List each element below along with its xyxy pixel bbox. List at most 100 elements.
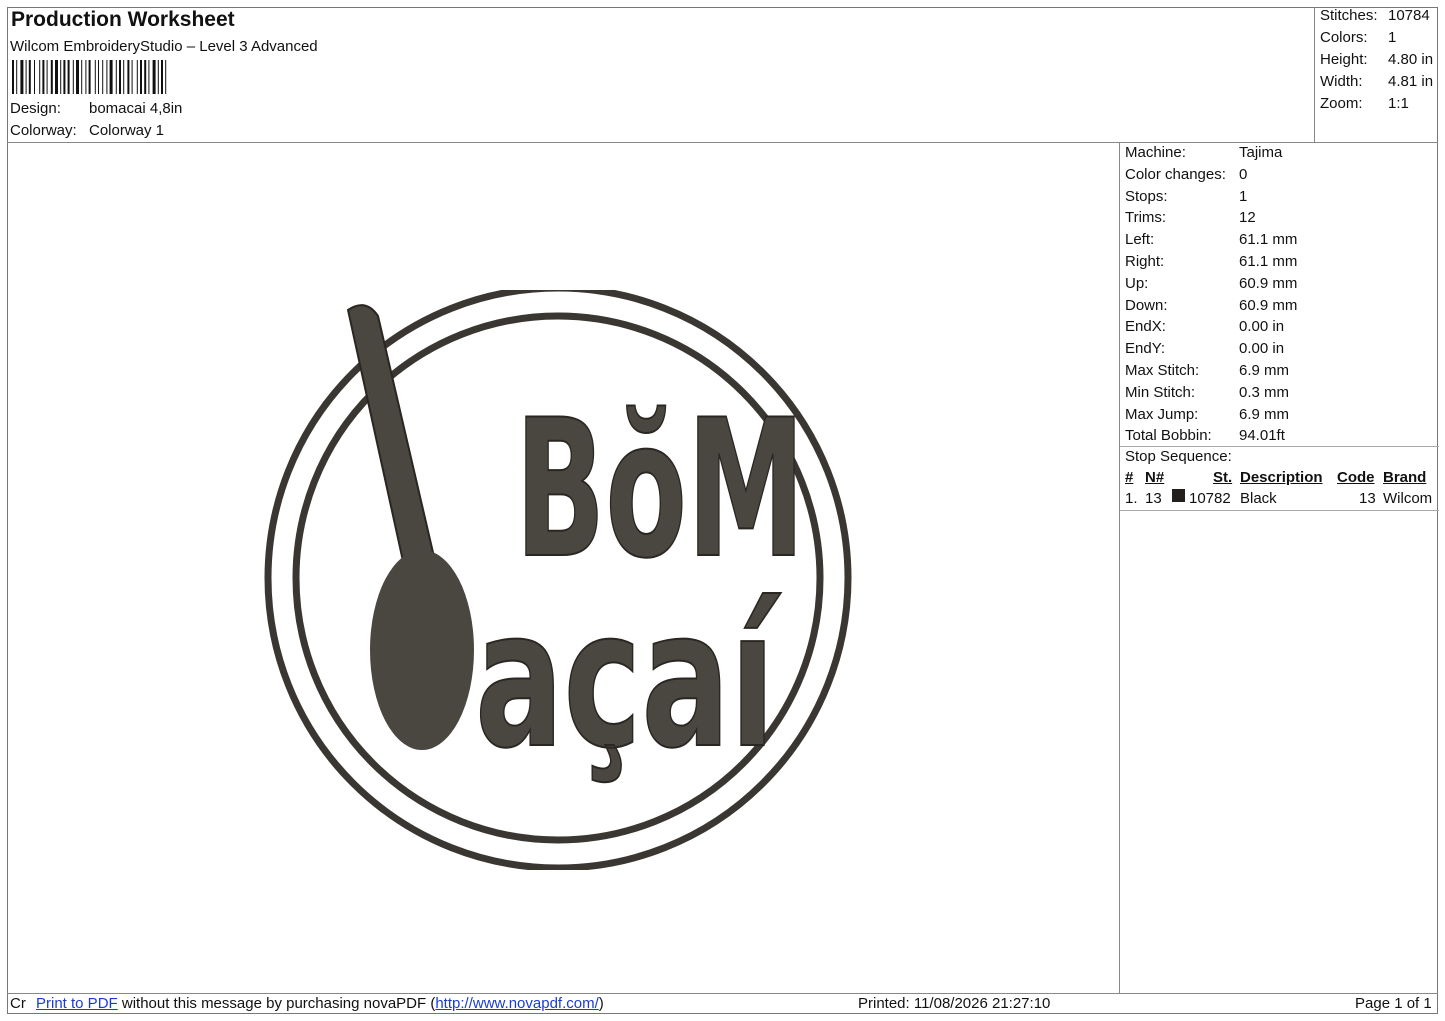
barcode-bar <box>67 60 70 94</box>
design-text-acai: açaí <box>475 569 781 790</box>
barcode-bar <box>28 60 31 94</box>
info-label: Left: <box>1125 231 1155 249</box>
barcode-bar <box>76 60 79 94</box>
stitches-label: Stitches: <box>1320 7 1378 24</box>
zoom-row: Zoom: 1:1 <box>1320 95 1409 112</box>
barcode-bar <box>94 60 96 94</box>
barcode-bar <box>50 60 53 94</box>
machine-info-row: Left: 61.1 mm <box>1125 231 1297 249</box>
design-value: bomacai 4,8in <box>89 100 183 117</box>
info-value: 12 <box>1239 209 1256 227</box>
info-label: Machine: <box>1125 144 1186 161</box>
barcode-bar <box>140 60 142 94</box>
info-value: 6.9 mm <box>1239 405 1290 423</box>
barcode-bar <box>157 60 159 94</box>
info-label: Max Stitch: <box>1125 362 1200 379</box>
info-value: 61.1 mm <box>1239 253 1298 270</box>
colorway-row: Colorway: Colorway 1 <box>10 122 164 139</box>
barcode-bar <box>55 60 58 94</box>
machine-info-row: Machine: Tajima <box>1125 144 1282 161</box>
colorway-label: Colorway: <box>10 122 77 139</box>
colors-value: 1 <box>1388 29 1397 46</box>
footer-middle-text: without this message by purchasing novaP… <box>121 995 436 1012</box>
info-value: 60.9 mm <box>1239 296 1298 314</box>
summary-stats: Stitches: 10784 Colors: 1 Height: 4.80 in W… <box>1314 7 1439 142</box>
barcode-bar <box>46 60 48 94</box>
machine-info-row: Min Stitch: 0.3 mm <box>1125 384 1289 401</box>
barcode-bar <box>131 60 133 94</box>
row-brand: Wilcom <box>1383 490 1433 507</box>
machine-info-row: Trims: 12 <box>1125 209 1256 227</box>
machine-info-row: Right: 61.1 mm <box>1125 253 1297 270</box>
machine-info-row: EndY: 0.00 in <box>1125 340 1284 358</box>
footer-notice: Cr Print to PDF without this message by … <box>10 995 604 1012</box>
info-value: 0.00 in <box>1239 318 1285 336</box>
info-value: 60.9 mm <box>1239 274 1298 292</box>
barcode-bar <box>127 60 130 94</box>
barcode-bar <box>88 60 91 94</box>
barcode-bar <box>39 60 41 94</box>
row-stitches: 10782 <box>1189 490 1231 507</box>
width-value: 4.81 in <box>1388 73 1434 90</box>
barcode-bar <box>165 60 167 94</box>
info-value: 0 <box>1239 165 1248 183</box>
info-value: 6.9 mm <box>1239 362 1290 379</box>
stitches-row: Stitches: 10784 <box>1320 7 1430 24</box>
barcode-bar <box>85 60 87 94</box>
colors-label: Colors: <box>1320 29 1368 46</box>
col-header-num: # <box>1125 469 1134 486</box>
machine-info-panel: Machine: Tajima Color changes: 0 Stops: 1 Trim… <box>1119 142 1439 994</box>
row-needle: 13 <box>1145 490 1162 507</box>
info-label: EndY: <box>1125 340 1166 358</box>
panel-divider <box>1120 446 1439 447</box>
row-num: 1. <box>1125 490 1138 507</box>
info-label: Up: <box>1125 274 1149 292</box>
barcode-bar <box>12 60 14 94</box>
barcode-bar <box>34 60 35 94</box>
design-text-bom: BŏM <box>515 379 805 600</box>
machine-info-row: Color changes: 0 <box>1125 165 1247 183</box>
print-to-pdf-link[interactable]: Print to PDF <box>36 995 118 1012</box>
stitches-value: 10784 <box>1388 7 1430 24</box>
machine-info-row: Stops: 1 <box>1125 188 1247 205</box>
info-value: 1 <box>1239 187 1248 205</box>
barcode-bar <box>109 60 113 94</box>
barcode-bar <box>20 60 24 94</box>
colors-row: Colors: 1 <box>1320 29 1396 46</box>
machine-info-row: Max Stitch: 6.9 mm <box>1125 362 1289 379</box>
page-title: Production Worksheet <box>11 8 235 31</box>
page-number: Page 1 of 1 <box>1355 995 1432 1012</box>
width-label: Width: <box>1320 73 1363 90</box>
info-label: Trims: <box>1125 209 1167 227</box>
info-label: Color changes: <box>1125 165 1226 183</box>
info-label: EndX: <box>1125 318 1166 336</box>
barcode-bar <box>123 60 125 94</box>
machine-info-row: Total Bobbin: 94.01ft <box>1125 427 1285 444</box>
col-header-brand: Brand <box>1383 469 1427 486</box>
barcode-bar <box>72 60 74 94</box>
design-row: Design: bomacai 4,8in <box>10 100 182 117</box>
info-value: 0.00 in <box>1239 340 1285 358</box>
info-value: 94.01ft <box>1239 427 1285 445</box>
software-subtitle: Wilcom EmbroideryStudio – Level 3 Advanc… <box>10 38 318 55</box>
barcode-bar <box>81 60 83 94</box>
barcode-bar <box>63 60 66 94</box>
stop-sequence-title: Stop Sequence: <box>1125 448 1232 465</box>
info-label: Max Jump: <box>1125 405 1199 423</box>
barcode-bar <box>42 60 45 94</box>
row-description: Black <box>1240 490 1277 507</box>
row-code: 13 <box>1359 490 1376 507</box>
barcode-bar <box>144 60 147 94</box>
spoon-shape <box>346 304 474 750</box>
height-row: Height: 4.80 in <box>1320 51 1433 68</box>
barcode-bar <box>161 60 163 94</box>
footer-suffix: ) <box>598 995 604 1012</box>
col-header-needle: N# <box>1145 469 1165 486</box>
zoom-label: Zoom: <box>1320 95 1363 112</box>
barcode-bar <box>106 60 108 94</box>
novapdf-link[interactable]: http://www.novapdf.com/ <box>435 995 598 1012</box>
zoom-value: 1:1 <box>1388 95 1409 112</box>
info-value: Tajima <box>1239 144 1283 161</box>
info-value: 0.3 mm <box>1239 383 1290 401</box>
info-label: Down: <box>1125 296 1168 314</box>
